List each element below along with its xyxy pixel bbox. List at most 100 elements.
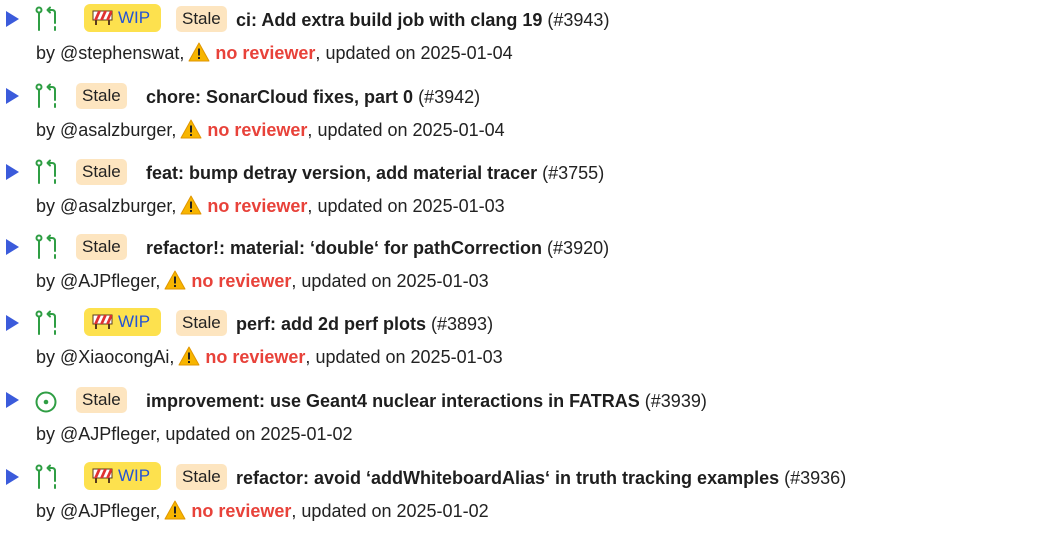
pr-header-line: WIP Stale ci: Add extra build job with cla… (0, 4, 1048, 38)
comma: , (305, 347, 316, 367)
updated-label: updated on (325, 43, 421, 63)
comma: , (291, 271, 302, 291)
pr-author[interactable]: @AJPfleger (60, 271, 155, 291)
pr-title-line[interactable]: chore: SonarCloud fixes, part 0 (#3942) (146, 81, 480, 113)
pr-row[interactable]: Stale feat: bump detray version, add mate… (0, 157, 1048, 231)
pull-request-icon-svg (35, 464, 56, 489)
expand-arrow-icon[interactable] (6, 392, 19, 408)
expand-arrow-icon[interactable] (6, 315, 19, 331)
expand-arrow-icon[interactable] (6, 11, 19, 27)
pr-author[interactable]: @asalzburger (60, 196, 171, 216)
updated-label: updated on (317, 120, 413, 140)
pr-title-line[interactable]: perf: add 2d perf plots (#3893) (236, 308, 493, 340)
pr-row[interactable]: Stale refactor!: material: ‘double‘ for p… (0, 232, 1048, 306)
stale-badge: Stale (76, 234, 127, 260)
pr-title-line[interactable]: ci: Add extra build job with clang 19 (#… (236, 4, 609, 36)
no-reviewer-label: no reviewer (215, 43, 316, 63)
pr-meta-line: by @stephenswat, no reviewer, updated on … (36, 38, 513, 68)
pr-header-line: Stale refactor!: material: ‘double‘ for p… (0, 232, 1048, 266)
stale-badge: Stale (76, 387, 127, 413)
stale-badge: Stale (76, 159, 127, 185)
pr-header-line: Stale improvement: use Geant4 nuclear int… (0, 385, 1048, 419)
comma: , (169, 347, 175, 367)
pr-updated-date: 2025-01-03 (410, 347, 503, 367)
pr-updated-date: 2025-01-03 (396, 271, 489, 291)
pull-request-icon (34, 159, 60, 187)
comma: , (155, 424, 166, 444)
pr-list: WIP Stale ci: Add extra build job with cla… (0, 0, 1048, 541)
comma: , (291, 501, 302, 521)
pr-title[interactable]: refactor!: material: ‘double‘ for pathCo… (146, 238, 542, 258)
expand-arrow-icon[interactable] (6, 469, 19, 485)
pr-number: (#3755) (537, 163, 605, 183)
pr-author[interactable]: @XiaocongAi (60, 347, 169, 367)
pr-row[interactable]: WIP Stale perf: add 2d perf plots (#3893) b… (0, 308, 1048, 382)
pull-request-icon (34, 464, 60, 492)
expand-arrow-icon[interactable] (6, 88, 19, 104)
pr-number: (#3939) (639, 391, 707, 411)
pr-row[interactable]: WIP Stale ci: Add extra build job with cla… (0, 4, 1048, 78)
pr-header-line: WIP Stale refactor: avoid ‘addWhiteboardAl… (0, 462, 1048, 496)
pr-title[interactable]: improvement: use Geant4 nuclear interact… (146, 391, 640, 411)
pr-author[interactable]: @AJPfleger (60, 424, 155, 444)
pr-author[interactable]: @AJPfleger (60, 501, 155, 521)
stale-badge: Stale (176, 464, 227, 490)
by-label: by (36, 501, 61, 521)
comma: , (315, 43, 326, 63)
construction-barrier-icon (92, 311, 113, 339)
stale-badge: Stale (76, 83, 127, 109)
pr-title-line[interactable]: improvement: use Geant4 nuclear interact… (146, 385, 707, 417)
pr-title-line[interactable]: feat: bump detray version, add material … (146, 157, 604, 189)
expand-arrow-icon[interactable] (6, 239, 19, 255)
pr-header-line: Stale feat: bump detray version, add mate… (0, 157, 1048, 191)
stale-badge: Stale (176, 310, 227, 336)
by-label: by (36, 271, 61, 291)
pull-request-icon (34, 83, 60, 111)
pr-title[interactable]: feat: bump detray version, add material … (146, 163, 537, 183)
pull-request-icon-svg (35, 234, 56, 259)
pr-meta-line: by @XiaocongAi, no reviewer, updated on 2… (36, 342, 503, 372)
updated-label: updated on (317, 196, 413, 216)
pr-title-line[interactable]: refactor!: material: ‘double‘ for pathCo… (146, 232, 609, 264)
wip-label: WIP (118, 312, 151, 331)
pr-number: (#3942) (413, 87, 481, 107)
construction-barrier-icon (92, 465, 113, 493)
pull-request-icon (34, 310, 60, 338)
pr-title[interactable]: chore: SonarCloud fixes, part 0 (146, 87, 413, 107)
pr-updated-date: 2025-01-02 (396, 501, 489, 521)
pr-row[interactable]: Stale improvement: use Geant4 nuclear int… (0, 385, 1048, 459)
pr-header-line: WIP Stale perf: add 2d perf plots (#3893) (0, 308, 1048, 342)
expand-arrow-icon[interactable] (6, 164, 19, 180)
comma: , (155, 271, 161, 291)
pr-author[interactable]: @stephenswat (60, 43, 179, 63)
pr-title[interactable]: perf: add 2d perf plots (236, 314, 426, 334)
no-reviewer-label: no reviewer (191, 271, 292, 291)
warning-triangle-icon (188, 41, 210, 71)
pr-meta-line: by @AJPfleger, no reviewer, updated on 20… (36, 266, 489, 296)
no-reviewer-label: no reviewer (207, 196, 308, 216)
pr-title[interactable]: refactor: avoid ‘addWhiteboardAlias‘ in … (236, 468, 779, 488)
wip-label: WIP (118, 8, 151, 27)
warning-triangle-icon (164, 499, 186, 529)
pr-author[interactable]: @asalzburger (60, 120, 171, 140)
comma: , (155, 501, 161, 521)
no-reviewer-label: no reviewer (191, 501, 292, 521)
pr-row[interactable]: WIP Stale refactor: avoid ‘addWhiteboardAl… (0, 462, 1048, 536)
wip-badge: WIP (84, 308, 162, 339)
comma: , (179, 43, 185, 63)
no-reviewer-label: no reviewer (207, 120, 308, 140)
comma: , (171, 196, 177, 216)
warning-triangle-icon (178, 345, 200, 375)
stale-badge: Stale (176, 6, 227, 32)
wip-label: WIP (118, 466, 151, 485)
pr-meta-line: by @asalzburger, no reviewer, updated on … (36, 115, 505, 145)
pull-request-icon-svg (35, 6, 56, 31)
pr-number: (#3936) (779, 468, 847, 488)
issue-open-icon (34, 387, 60, 415)
warning-triangle-icon (180, 118, 202, 148)
pr-updated-date: 2025-01-02 (260, 424, 353, 444)
pr-updated-date: 2025-01-03 (412, 196, 505, 216)
pr-title-line[interactable]: refactor: avoid ‘addWhiteboardAlias‘ in … (236, 462, 846, 494)
pr-row[interactable]: Stale chore: SonarCloud fixes, part 0 (#3… (0, 81, 1048, 155)
pr-title[interactable]: ci: Add extra build job with clang 19 (236, 10, 542, 30)
